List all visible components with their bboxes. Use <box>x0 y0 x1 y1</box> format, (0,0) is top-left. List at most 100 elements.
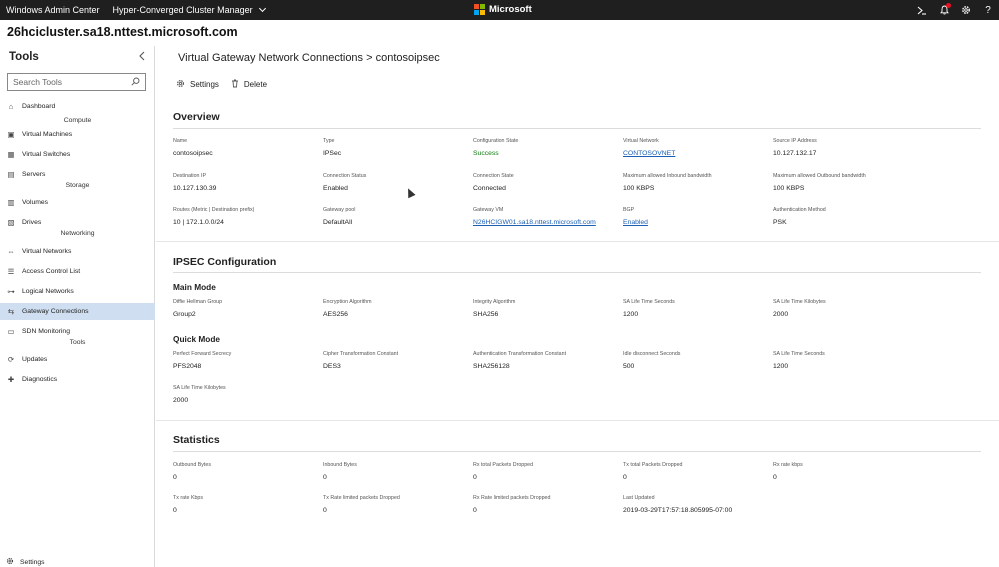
delete-button[interactable]: Delete <box>231 79 267 90</box>
field-sa-life-time-seconds: SA Life Time Seconds 1200 <box>623 299 771 319</box>
main-mode-heading: Main Mode <box>173 282 216 292</box>
overview-heading: Overview <box>173 111 220 123</box>
field-label: Last Updated <box>623 495 655 501</box>
sidebar-item-label: Gateway Connections <box>22 308 89 315</box>
field-label: Gateway VM <box>473 207 504 213</box>
gear-icon[interactable] <box>955 0 977 20</box>
field-label: SA Life Time Seconds <box>773 351 825 357</box>
overview-divider <box>173 128 981 129</box>
field-label: Type <box>323 138 335 144</box>
field-value: Connected <box>473 185 506 192</box>
context-switcher[interactable]: Hyper-Converged Cluster Manager <box>112 4 266 15</box>
field-configuration-state: Configuration State Success <box>473 138 621 158</box>
field-value: AES256 <box>323 311 348 318</box>
sidebar-item-diagnostics[interactable]: ✚ Diagnostics <box>0 371 155 388</box>
brand-label: Microsoft <box>489 4 532 15</box>
statistics-heading: Statistics <box>173 434 220 446</box>
field-value: 0 <box>473 507 477 514</box>
field-idle-disconnect-seconds: Idle disconnect Seconds 500 <box>623 351 771 371</box>
field-label: Authentication Transformation Constant <box>473 351 567 357</box>
field-cipher-transformation-constant: Cipher Transformation Constant DES3 <box>323 351 471 371</box>
notifications-icon[interactable] <box>933 0 955 20</box>
nav-section-compute: Compute <box>63 117 92 124</box>
trash-icon <box>231 79 239 90</box>
field-label: Integrity Algorithm <box>473 299 516 305</box>
field-connection-status: Connection Status Enabled <box>323 173 471 193</box>
field-maximum-allowed-outbound-bandwidth: Maximum allowed Outbound bandwidth 100 KB… <box>773 173 921 193</box>
field-tx-total-packets-dropped: Tx total Packets Dropped 0 <box>623 462 771 482</box>
field-tx-rate-kbps: Tx rate Kbps 0 <box>173 495 321 515</box>
sidebar-item-label: Drives <box>22 219 42 226</box>
collapse-sidebar-icon[interactable] <box>138 51 148 61</box>
sidebar-item-volumes[interactable]: ▥ Volumes <box>0 194 155 211</box>
field-label: Connection Status <box>323 173 367 179</box>
field-value: 2019-03-29T17:57:18.805995-07:00 <box>623 507 733 514</box>
sidebar-item-label: Updates <box>22 356 48 363</box>
microsoft-brand: Microsoft <box>474 4 532 15</box>
field-outbound-bytes: Outbound Bytes 0 <box>173 462 321 482</box>
sidebar-item-dashboard[interactable]: ⌂ Dashboard <box>0 98 155 115</box>
gateway-icon: ⇆ <box>7 307 15 316</box>
field-sa-life-time-kilobytes: SA Life Time Kilobytes 2000 <box>773 299 921 319</box>
field-label: SA Life Time Kilobytes <box>773 299 826 305</box>
field-value: Group2 <box>173 311 196 318</box>
settings-button[interactable]: Settings <box>176 79 219 90</box>
sidebar-item-access-control-list[interactable]: ☰ Access Control List <box>0 263 155 280</box>
field-label: Configuration State <box>473 138 519 144</box>
sidebar-settings[interactable]: Settings <box>0 555 155 567</box>
ipsec-divider <box>173 272 981 273</box>
field-bgp: BGP Enabled <box>623 207 771 227</box>
field-integrity-algorithm: Integrity Algorithm SHA256 <box>473 299 621 319</box>
sidebar-item-virtual-machines[interactable]: ▣ Virtual Machines <box>0 126 155 143</box>
field-label: Outbound Bytes <box>173 462 211 468</box>
volume-icon: ▥ <box>7 198 15 207</box>
field-value: DES3 <box>323 363 341 370</box>
search-input[interactable] <box>8 77 126 87</box>
field-value: contosoipsec <box>173 150 213 157</box>
field-encryption-algorithm: Encryption Algorithm AES256 <box>323 299 471 319</box>
sidebar-item-label: Access Control List <box>22 268 81 275</box>
vm-icon: ▣ <box>7 130 15 139</box>
field-value: 0 <box>173 474 177 481</box>
switch-icon: ▦ <box>7 150 15 159</box>
sidebar-item-logical-networks[interactable]: ⊶ Logical Networks <box>0 283 155 300</box>
powershell-icon[interactable] <box>911 0 933 20</box>
context-label: Hyper-Converged Cluster Manager <box>112 5 253 15</box>
field-value: PFS2048 <box>173 363 202 370</box>
field-diffie-hellman-group: Diffie Hellman Group Group2 <box>173 299 321 319</box>
field-value-link[interactable]: N26HCIGW01.sa18.nttest.microsoft.com <box>473 218 621 227</box>
search-icon[interactable] <box>126 77 144 88</box>
field-label: Cipher Transformation Constant <box>323 351 399 357</box>
field-label: Connection State <box>473 173 514 179</box>
field-value: Enabled <box>323 185 348 192</box>
field-label: Perfect Forward Secrecy <box>173 351 232 357</box>
sidebar-item-label: Virtual Switches <box>22 151 71 158</box>
sidebar-item-servers[interactable]: ▤ Servers <box>0 166 155 183</box>
settings-label: Settings <box>20 558 45 566</box>
help-icon[interactable]: ? <box>977 0 999 20</box>
section-separator <box>156 241 999 242</box>
chevron-down-icon <box>258 4 266 13</box>
sidebar-item-virtual-networks[interactable]: ⇔ Virtual Networks <box>0 243 155 260</box>
field-sa-life-time-seconds: SA Life Time Seconds 1200 <box>773 351 921 371</box>
field-authentication-transformation-constant: Authentication Transformation Constant SH… <box>473 351 621 371</box>
sidebar-item-gateway-connections[interactable]: ⇆ Gateway Connections <box>0 303 155 320</box>
field-label: Inbound Bytes <box>323 462 357 468</box>
sidebar-item-drives[interactable]: ▧ Drives <box>0 214 155 231</box>
field-value-link[interactable]: Enabled <box>623 218 771 227</box>
field-value: 0 <box>323 507 327 514</box>
field-label: SA Life Time Kilobytes <box>173 385 226 391</box>
field-label: Tx total Packets Dropped <box>623 462 683 468</box>
field-label: Maximum allowed Inbound bandwidth <box>623 173 712 179</box>
tools-sidebar: Tools ⌂ Dashboard Compute ▣ Virtual Machines… <box>0 46 155 567</box>
field-value-link[interactable]: CONTOSOVNET <box>623 149 771 158</box>
field-value: Success <box>473 150 499 157</box>
field-value: 10.127.132.17 <box>773 150 817 157</box>
updates-icon: ⟳ <box>7 355 15 364</box>
app-title[interactable]: Windows Admin Center <box>0 5 100 15</box>
sidebar-item-updates[interactable]: ⟳ Updates <box>0 351 155 368</box>
field-value: 0 <box>473 474 477 481</box>
sidebar-item-sdn-monitoring[interactable]: ▭ SDN Monitoring <box>0 323 155 340</box>
field-label: Source IP Address <box>773 138 817 144</box>
sidebar-item-virtual-switches[interactable]: ▦ Virtual Switches <box>0 146 155 163</box>
